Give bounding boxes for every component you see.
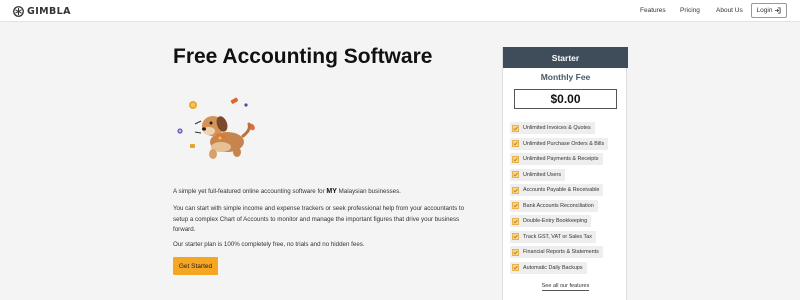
check-icon (512, 233, 519, 240)
feature-item: Bank Accounts Reconciliation (510, 199, 598, 212)
free-plan-paragraph: Our starter plan is 100% completely free… (173, 241, 365, 248)
login-button[interactable]: Login (751, 3, 787, 18)
feature-label: Automatic Daily Backups (523, 264, 583, 271)
nav-pricing[interactable]: Pricing (680, 7, 700, 14)
feature-item: Unlimited Users (510, 168, 566, 181)
feature-label: Unlimited Invoices & Quotes (523, 125, 591, 131)
feature-label: Unlimited Payments & Receipts (523, 156, 599, 162)
brand-name: GIMBLA (27, 5, 71, 17)
get-started-button[interactable]: Get Started (173, 257, 218, 275)
feature-label: Unlimited Users (523, 171, 562, 178)
see-all-features-label: See all our features (541, 283, 590, 291)
check-icon (512, 155, 519, 163)
feature-label: Double-Entry Bookkeeping (523, 218, 588, 224)
feature-label: Bank Accounts Reconciliation (523, 202, 594, 209)
check-icon (512, 264, 519, 271)
feature-item: Automatic Daily Backups (510, 261, 587, 274)
feature-item: Track GST, VAT or Sales Tax (510, 230, 596, 243)
nav-features[interactable]: Features (640, 7, 666, 14)
nav-about-us[interactable]: About Us (716, 7, 743, 14)
feature-label: Financial Reports & Statements (523, 249, 599, 255)
plan-name: Starter (503, 47, 628, 68)
plan-price: $0.00 (514, 89, 617, 109)
malaysia-flag-label: MY (326, 188, 337, 195)
check-icon (512, 171, 519, 178)
puppy-illustration (177, 97, 255, 159)
login-label: Login (756, 7, 773, 14)
check-icon (512, 124, 519, 132)
feature-label: Unlimited Purchase Orders & Bills (523, 140, 605, 147)
top-navbar: GIMBLA Features Pricing About Us Login (0, 0, 800, 22)
gimbla-logo-icon (13, 5, 24, 17)
feature-item: Double-Entry Bookkeeping (510, 215, 592, 227)
feature-label: Accounts Payable & Receivable (523, 187, 600, 193)
feature-item: Accounts Payable & Receivable (510, 184, 604, 196)
intro-text-end: Malaysian businesses. (338, 188, 401, 195)
check-icon (512, 248, 519, 256)
feature-item: Unlimited Purchase Orders & Bills (510, 137, 609, 150)
feature-item: Unlimited Invoices & Quotes (510, 122, 595, 134)
feature-item: Unlimited Payments & Receipts (510, 153, 603, 165)
feature-item: Financial Reports & Statements (510, 246, 603, 258)
check-icon (512, 140, 519, 147)
brand-logo[interactable]: GIMBLA (13, 5, 71, 17)
check-icon (512, 217, 519, 225)
page-title: Free Accounting Software (173, 45, 433, 68)
feature-label: Track GST, VAT or Sales Tax (523, 233, 592, 240)
see-all-features-link[interactable]: See all our features (503, 283, 628, 291)
intro-text-start: A simple yet full-featured online accoun… (173, 188, 325, 195)
starter-plan-card: Starter Monthly Fee $0.00 Unlimited Invo… (502, 47, 628, 300)
check-icon (512, 202, 519, 209)
intro-paragraph: A simple yet full-featured online accoun… (173, 187, 473, 198)
login-arrow-icon (775, 7, 781, 14)
description-paragraph: You can start with simple income and exp… (173, 205, 465, 233)
check-icon (512, 186, 519, 194)
monthly-fee-label: Monthly Fee (540, 72, 591, 82)
